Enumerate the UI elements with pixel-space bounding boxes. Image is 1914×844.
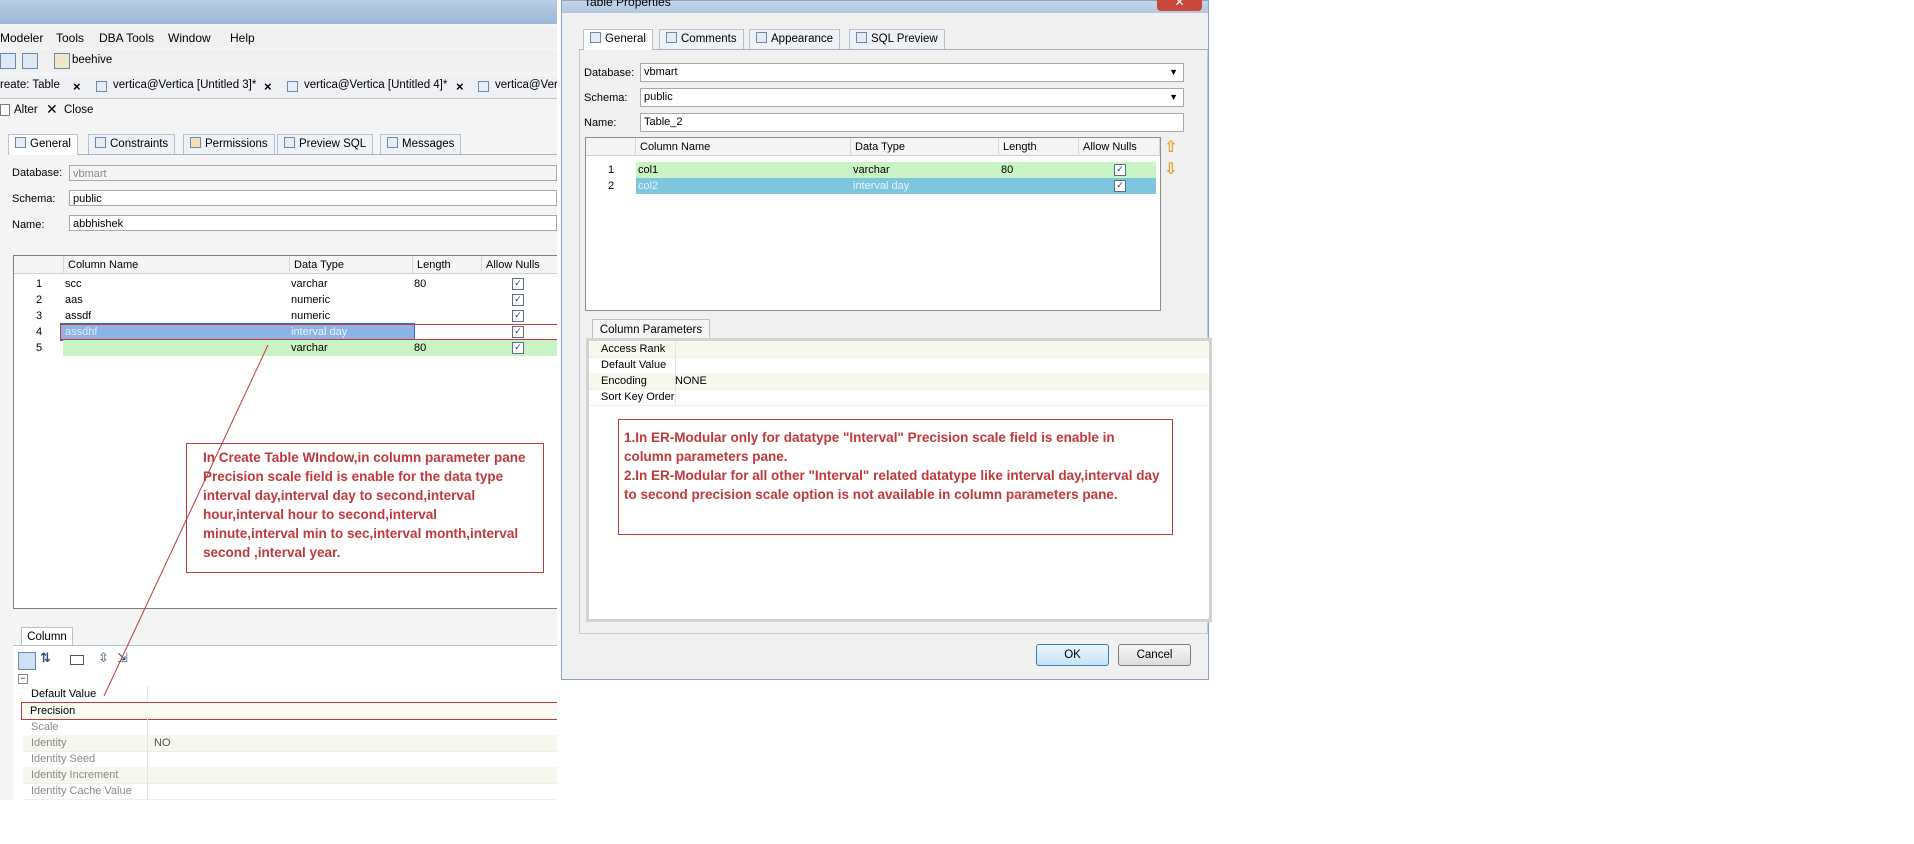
tab-column-parameters[interactable]: Column Parameters [592, 319, 710, 340]
row-number: 1 [608, 164, 615, 176]
data-type-cell[interactable]: varchar [851, 162, 890, 178]
parameter-row[interactable]: Sort Key Order [589, 389, 1209, 406]
tab-label: Comments [681, 33, 737, 45]
property-name: Scale [31, 721, 59, 733]
general-icon [590, 32, 601, 43]
allow-nulls-checkbox[interactable]: ✓ [1114, 164, 1126, 176]
annotation-note-right: 1.In ER-Modular only for datatype "Inter… [618, 419, 1173, 535]
chevron-down-icon: ▼ [1169, 92, 1178, 102]
sql-icon [856, 32, 867, 43]
schema-select[interactable]: public ▼ [640, 88, 1184, 107]
dialog-titlebar: Table Properties [562, 0, 1208, 13]
property-row: Scale [23, 719, 557, 736]
parameter-name: Access Rank [601, 343, 666, 355]
parameter-row[interactable]: Access Rank [589, 341, 1209, 358]
parameter-name: Default Value [601, 359, 667, 371]
column-name-cell[interactable]: col2 [636, 178, 658, 194]
column-divider [147, 751, 148, 767]
row-number: 2 [608, 180, 615, 192]
database-select[interactable]: vbmart ▼ [640, 63, 1184, 82]
header-data-type[interactable]: Data Type [851, 138, 999, 156]
move-up-icon[interactable]: ⇧ [1164, 137, 1177, 157]
property-row: Identity NO [23, 735, 557, 752]
row-number-header [586, 138, 636, 156]
header-column-name[interactable]: Column Name [636, 138, 851, 156]
parameter-name: Sort Key Order [601, 391, 675, 403]
parameter-row[interactable]: Encoding NONE [589, 373, 1209, 390]
property-name: Identity Cache Value [31, 785, 132, 797]
property-name: Identity Seed [31, 753, 96, 765]
tab-comments[interactable]: Comments [659, 29, 744, 49]
tab-label: General [605, 33, 646, 45]
header-allow-nulls[interactable]: Allow Nulls [1079, 138, 1160, 156]
close-icon[interactable]: ✕ [1157, 0, 1202, 11]
schema-value: public [644, 91, 673, 103]
header-length[interactable]: Length [999, 138, 1079, 156]
columns-grid: Column Name Data Type Length Allow Nulls… [585, 137, 1161, 311]
column-name-cell[interactable]: col1 [636, 162, 658, 178]
column-divider [675, 389, 676, 405]
length-cell[interactable]: 80 [999, 162, 1013, 178]
schema-label: Schema: [584, 92, 628, 104]
parameter-name: Encoding [601, 375, 647, 387]
property-value: NO [154, 737, 171, 749]
length-cell[interactable] [999, 178, 1001, 194]
property-row: Identity Increment [23, 767, 557, 784]
appearance-icon [756, 32, 767, 43]
parameter-row[interactable]: Default Value [589, 357, 1209, 374]
annotation-connector [103, 344, 269, 697]
name-label: Name: [584, 117, 617, 129]
column-divider [147, 767, 148, 783]
parameter-value[interactable]: NONE [675, 373, 707, 389]
column-divider [147, 719, 148, 735]
tab-general[interactable]: General [583, 29, 653, 50]
cancel-button[interactable]: Cancel [1118, 644, 1191, 666]
property-name: Identity [31, 737, 67, 749]
annotation-line-2: 2.In ER-Modular for all other "Interval"… [624, 468, 1160, 502]
property-row: Identity Seed [23, 751, 557, 768]
tab-label: SQL Preview [871, 33, 938, 45]
comments-icon [666, 32, 677, 43]
tab-sql-preview[interactable]: SQL Preview [849, 29, 945, 49]
annotation-line-1: 1.In ER-Modular only for datatype "Inter… [624, 430, 1115, 464]
database-value: vbmart [644, 66, 678, 78]
column-divider [147, 735, 148, 751]
table-row-selected[interactable]: 2 col2 interval day ✓ [586, 178, 1156, 194]
allow-nulls-checkbox[interactable]: ✓ [1114, 180, 1126, 192]
chevron-down-icon: ▼ [1169, 67, 1178, 77]
table-row[interactable]: 1 col1 varchar 80 ✓ [586, 162, 1156, 178]
data-type-cell[interactable]: interval day [851, 178, 909, 194]
property-name: Identity Increment [31, 769, 119, 781]
tab-label: Appearance [771, 33, 834, 45]
ok-button[interactable]: OK [1036, 644, 1109, 666]
move-down-icon[interactable]: ⇩ [1164, 159, 1177, 179]
column-divider [675, 341, 676, 357]
dialog-tabs: General Comments Appearance SQL Preview [579, 29, 1208, 50]
column-divider [675, 357, 676, 373]
column-divider [147, 783, 148, 799]
row-fill [636, 162, 1156, 178]
dialog-title: Table Properties [584, 0, 671, 9]
table-properties-dialog: Table Properties ✕ General Comments Appe… [561, 0, 1212, 680]
property-row: Identity Cache Value [23, 783, 557, 800]
tab-appearance[interactable]: Appearance [749, 29, 841, 49]
database-label: Database: [584, 67, 635, 79]
name-field[interactable]: Table_2 [640, 113, 1184, 132]
